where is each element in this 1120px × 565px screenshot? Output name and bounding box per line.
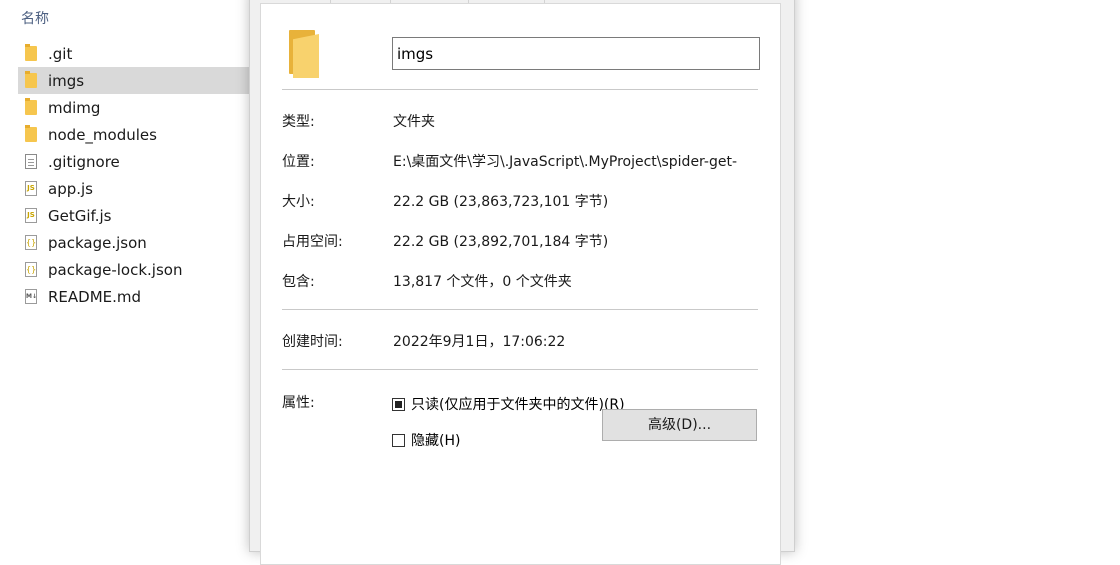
column-header-name[interactable]: 名称 [21, 8, 49, 28]
markdown-file-icon: M↓ [25, 289, 37, 304]
file-name: GetGif.js [48, 206, 112, 225]
location-value: E:\桌面文件\学习\.JavaScript\.MyProject\spider… [393, 154, 738, 170]
file-row-readme-md[interactable]: M↓ README.md [18, 283, 249, 310]
separator [282, 369, 758, 370]
checkbox-unchecked-icon[interactable] [392, 433, 405, 447]
folder-icon [25, 98, 37, 115]
js-file-icon: JS [25, 181, 37, 196]
json-file-icon: {} [25, 262, 37, 277]
text-file-icon [25, 154, 37, 169]
separator [282, 309, 758, 310]
folder-icon [25, 125, 37, 142]
file-row-package-lock-json[interactable]: {} package-lock.json [18, 256, 249, 283]
advanced-button[interactable]: 高级(D)... [602, 409, 757, 441]
size-label: 大小: [282, 194, 315, 210]
separator [282, 89, 758, 90]
folder-icon [25, 44, 37, 61]
file-row-getgif-js[interactable]: JS GetGif.js [18, 202, 249, 229]
file-row-gitignore[interactable]: .gitignore [18, 148, 249, 175]
folder-icon [25, 71, 37, 88]
file-row-mdimg[interactable]: mdimg [18, 94, 249, 121]
checkbox-indeterminate-icon[interactable] [392, 397, 405, 411]
file-list: .git imgs mdimg node_modules .gitignore … [18, 40, 249, 310]
file-explorer: 名称 ⌃ .git imgs mdimg node_modules .gitig… [0, 0, 250, 541]
readonly-label: 只读(仅应用于文件夹中的文件)(R) [411, 397, 625, 413]
file-row-app-js[interactable]: JS app.js [18, 175, 249, 202]
file-name: package.json [48, 233, 147, 252]
file-name: README.md [48, 287, 142, 306]
size-on-disk-label: 占用空间: [282, 234, 343, 250]
location-label: 位置: [282, 154, 315, 170]
contains-label: 包含: [282, 274, 315, 290]
type-value: 文件夹 [393, 114, 435, 130]
folder-icon [289, 30, 319, 78]
file-name: .git [48, 44, 73, 63]
contains-value: 13,817 个文件，0 个文件夹 [393, 274, 572, 290]
file-name: app.js [48, 179, 93, 198]
chevron-up-icon[interactable]: ⌃ [171, 0, 183, 10]
file-name: mdimg [48, 98, 101, 117]
created-label: 创建时间: [282, 334, 343, 350]
file-name: node_modules [48, 125, 157, 144]
general-tab-panel: 类型: 文件夹 位置: E:\桌面文件\学习\.JavaScript\.MyPr… [260, 3, 781, 565]
attributes-label: 属性: [282, 395, 315, 411]
properties-dialog: 类型: 文件夹 位置: E:\桌面文件\学习\.JavaScript\.MyPr… [249, 0, 795, 565]
json-file-icon: {} [25, 235, 37, 250]
hidden-label: 隐藏(H) [411, 433, 461, 449]
size-value: 22.2 GB (23,863,723,101 字节) [393, 194, 609, 210]
file-name: package-lock.json [48, 260, 183, 279]
type-label: 类型: [282, 114, 315, 130]
file-row-git[interactable]: .git [18, 40, 249, 67]
file-row-imgs[interactable]: imgs [18, 67, 249, 94]
readonly-checkbox[interactable]: 只读(仅应用于文件夹中的文件)(R) [392, 394, 625, 414]
file-name: imgs [48, 71, 85, 90]
hidden-checkbox[interactable]: 隐藏(H) [392, 430, 460, 450]
folder-name-input[interactable] [392, 37, 760, 70]
file-name: .gitignore [48, 152, 120, 171]
js-file-icon: JS [25, 208, 37, 223]
file-row-package-json[interactable]: {} package.json [18, 229, 249, 256]
file-row-node-modules[interactable]: node_modules [18, 121, 249, 148]
created-value: 2022年9月1日，17:06:22 [393, 334, 566, 350]
size-on-disk-value: 22.2 GB (23,892,701,184 字节) [393, 234, 609, 250]
